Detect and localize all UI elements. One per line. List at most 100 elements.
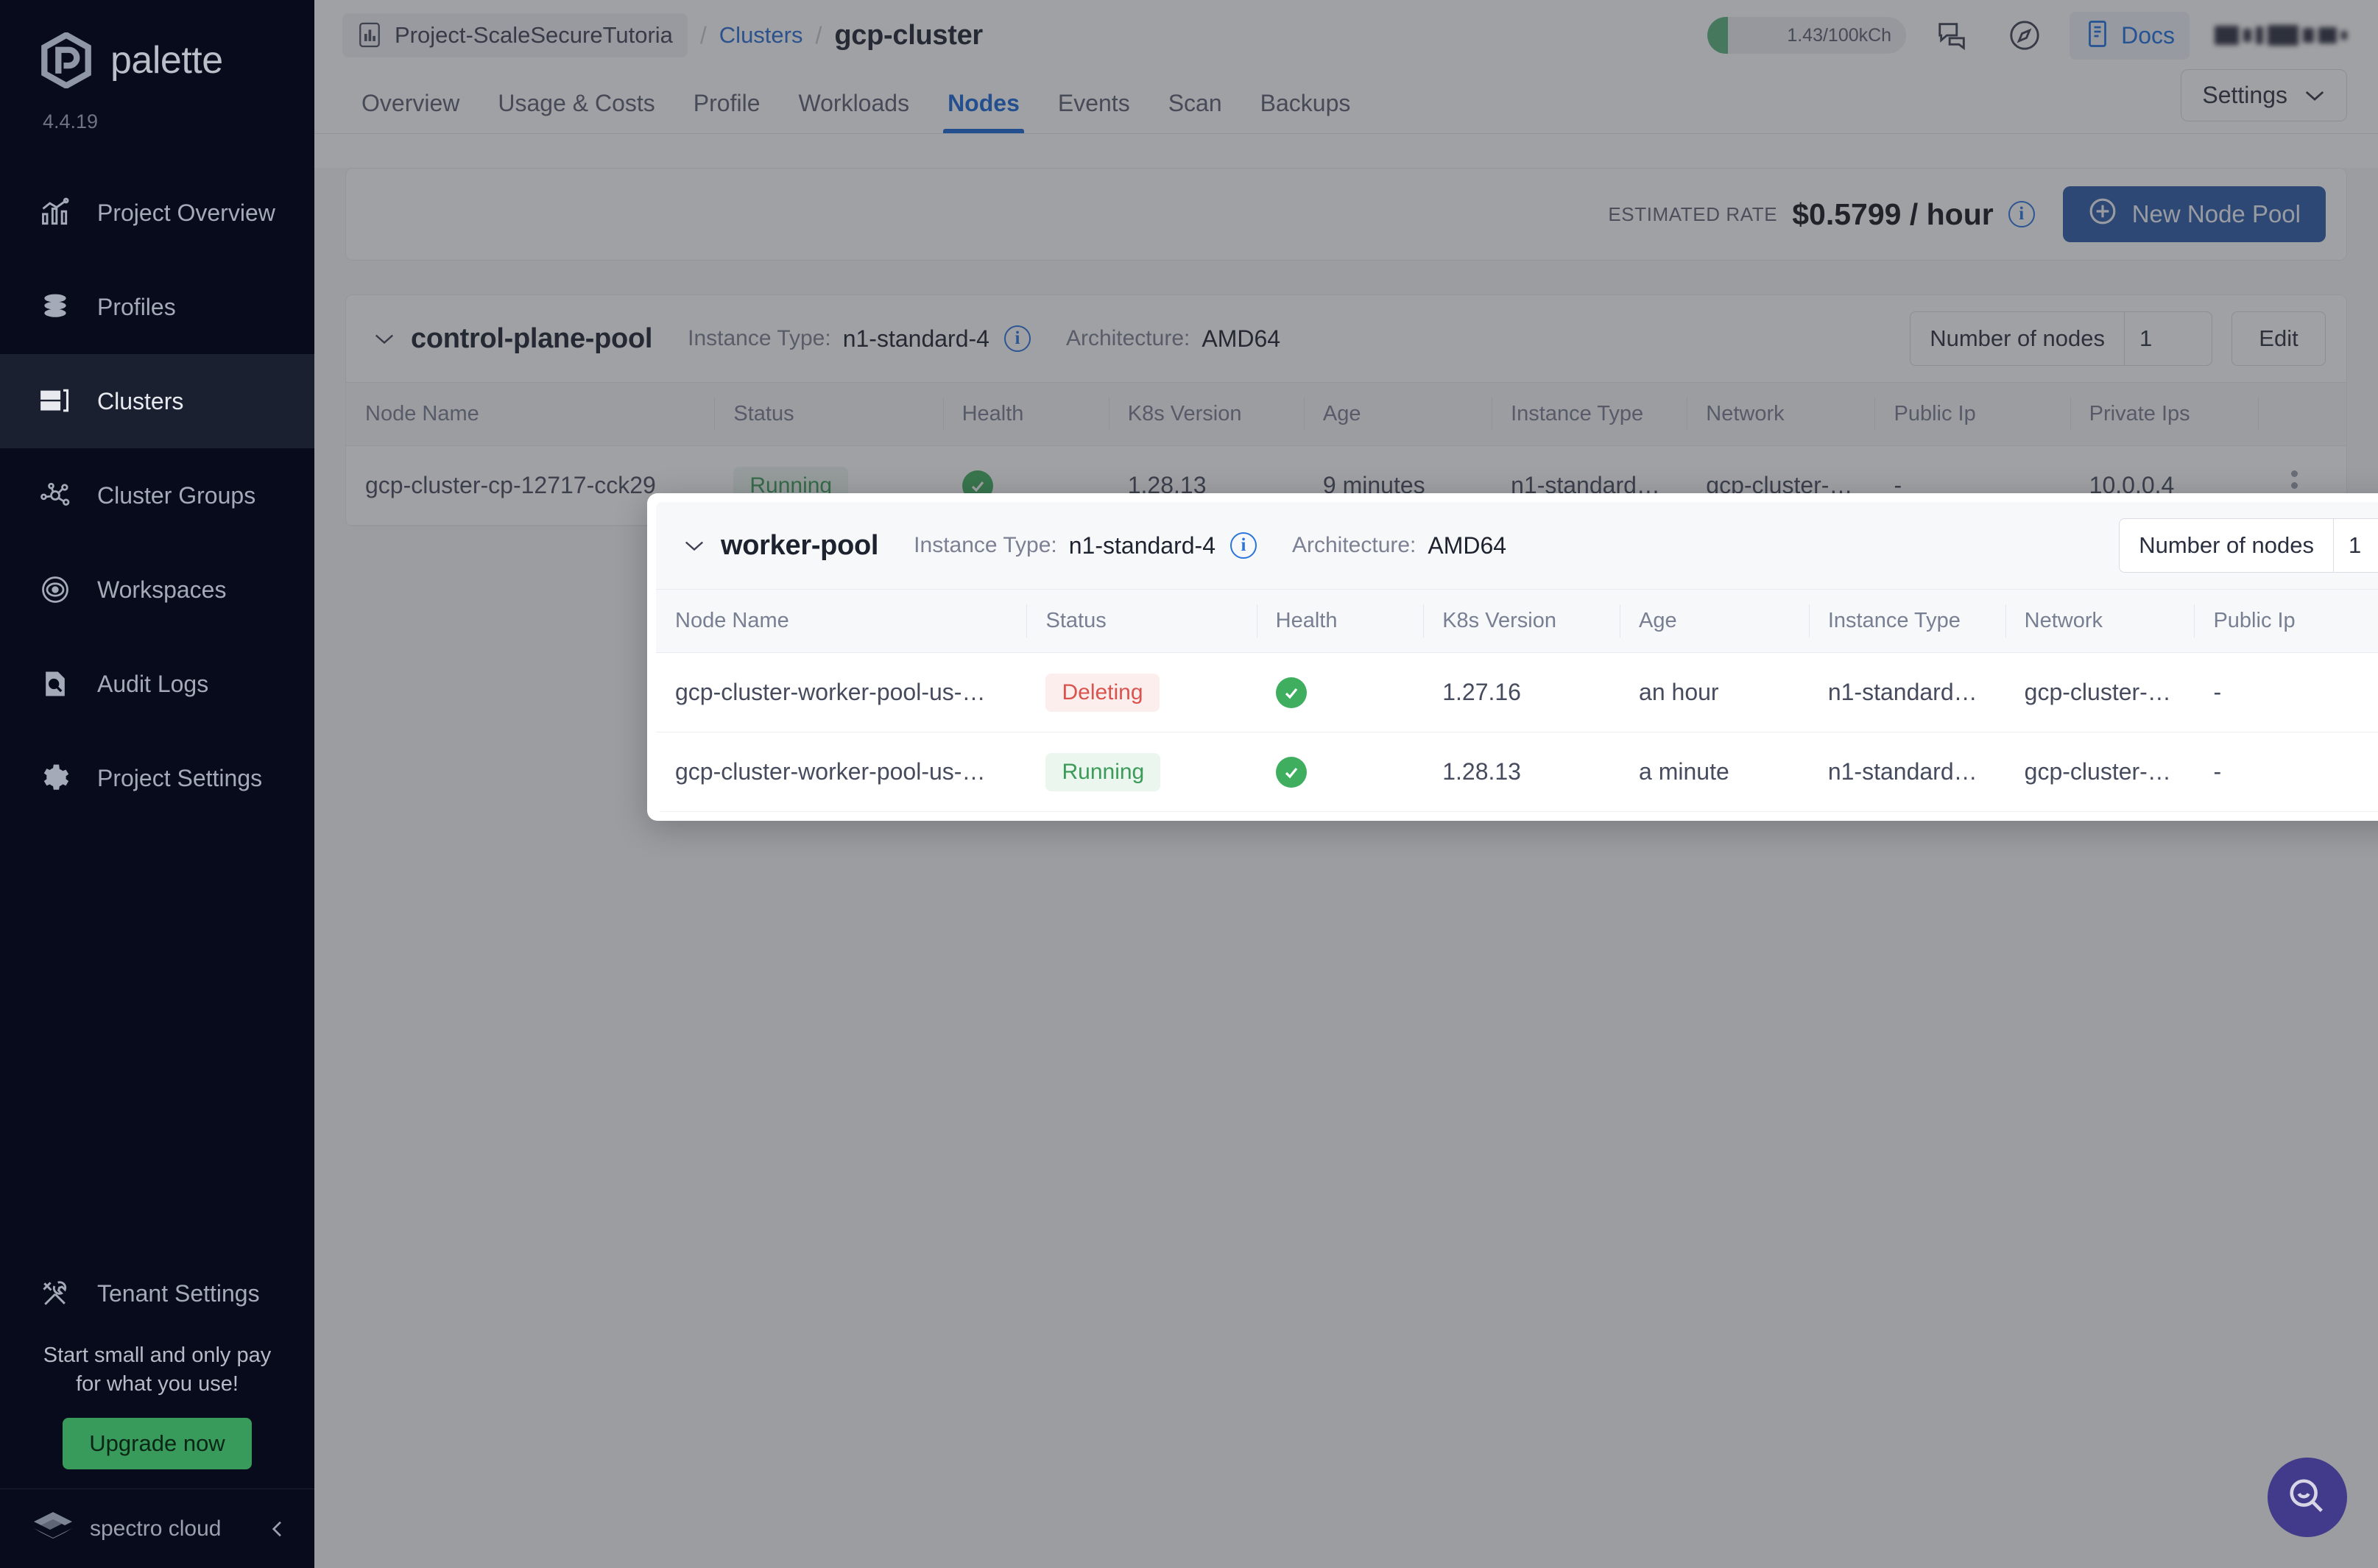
number-of-nodes-label: Number of nodes bbox=[1910, 311, 2124, 366]
sidebar-item-label: Clusters bbox=[97, 387, 184, 414]
sidebar-item-tenant-settings[interactable]: Tenant Settings bbox=[0, 1247, 314, 1341]
cell-public-ip: - bbox=[2194, 732, 2378, 812]
edit-pool-button[interactable]: Edit bbox=[2231, 311, 2326, 366]
search-icon bbox=[2286, 1475, 2329, 1520]
col-network: Network bbox=[2005, 589, 2195, 653]
sidebar-item-project-settings[interactable]: Project Settings bbox=[0, 731, 314, 825]
table-header-row: Node Name Status Health K8s Version Age … bbox=[656, 589, 2378, 653]
document-search-icon bbox=[38, 667, 72, 701]
number-of-nodes-input[interactable] bbox=[2124, 311, 2212, 366]
breadcrumb-project[interactable]: Project-ScaleSecureTutoria bbox=[342, 13, 688, 57]
instance-type-label: Instance Type: bbox=[688, 326, 831, 350]
info-icon[interactable]: i bbox=[1003, 325, 1031, 352]
cell-status: Deleting bbox=[1026, 652, 1257, 732]
user-account-menu[interactable] bbox=[2215, 21, 2347, 50]
sidebar-item-profiles[interactable]: Profiles bbox=[0, 260, 314, 354]
tab-overview[interactable]: Overview bbox=[342, 90, 479, 133]
app-version: 4.4.19 bbox=[43, 110, 99, 133]
tab-scan[interactable]: Scan bbox=[1149, 90, 1241, 133]
col-private-ips: Private Ips bbox=[2070, 382, 2258, 446]
sidebar-item-clusters[interactable]: Clusters bbox=[0, 354, 314, 448]
search-assistant-button[interactable] bbox=[2268, 1458, 2347, 1537]
plus-circle-icon bbox=[2088, 197, 2117, 232]
col-public-ip: Public Ip bbox=[2194, 589, 2378, 653]
status-badge: Deleting bbox=[1045, 673, 1160, 712]
col-health: Health bbox=[1256, 589, 1424, 653]
cell-k8s-version: 1.28.13 bbox=[1423, 732, 1620, 812]
sidebar-item-workspaces[interactable]: Workspaces bbox=[0, 543, 314, 637]
breadcrumb-project-label: Project-ScaleSecureTutoria bbox=[395, 22, 673, 48]
sidebar-item-audit-logs[interactable]: Audit Logs bbox=[0, 637, 314, 731]
cell-public-ip: - bbox=[2194, 652, 2378, 732]
table-row[interactable]: gcp-cluster-worker-pool-us-… Running 1.2… bbox=[656, 732, 2378, 812]
breadcrumb-separator: / bbox=[815, 21, 822, 49]
col-instance-type: Instance Type bbox=[1808, 589, 2005, 653]
col-node-name: Node Name bbox=[346, 382, 715, 446]
architecture-label: Architecture: bbox=[1065, 326, 1190, 350]
info-icon[interactable]: i bbox=[1229, 532, 1257, 559]
credit-usage-pill[interactable]: 1.43/100kCh bbox=[1707, 17, 1907, 54]
compass-icon[interactable] bbox=[1999, 10, 2050, 61]
health-check-icon bbox=[1275, 756, 1307, 788]
cell-status: Running bbox=[1026, 732, 1257, 812]
docs-button[interactable]: Docs bbox=[2070, 11, 2190, 60]
estimated-rate-value: $0.5799 / hour bbox=[1792, 197, 1994, 231]
col-status: Status bbox=[1026, 589, 1257, 653]
estimated-rate-label: ESTIMATED RATE bbox=[1608, 202, 1778, 225]
instance-type-label: Instance Type: bbox=[914, 533, 1057, 557]
tab-workloads[interactable]: Workloads bbox=[779, 90, 928, 133]
col-network: Network bbox=[1687, 382, 1875, 446]
chat-bubbles-icon[interactable] bbox=[1927, 10, 1978, 61]
sidebar-item-project-overview[interactable]: Project Overview bbox=[0, 166, 314, 260]
spectro-cloud-logo-icon bbox=[32, 1511, 74, 1547]
pool-header: control-plane-pool Instance Type: n1-sta… bbox=[346, 295, 2346, 382]
tab-backups[interactable]: Backups bbox=[1241, 90, 1370, 133]
chart-bars-icon bbox=[38, 196, 72, 230]
cell-node-name: gcp-cluster-worker-pool-us-… bbox=[656, 732, 1027, 812]
breadcrumb-separator: / bbox=[699, 21, 707, 49]
tab-usage-costs[interactable]: Usage & Costs bbox=[479, 90, 674, 133]
spectro-cloud-label: spectro cloud bbox=[90, 1516, 222, 1541]
breadcrumb-clusters-link[interactable]: Clusters bbox=[719, 22, 803, 49]
cell-k8s-version: 1.27.16 bbox=[1423, 652, 1620, 732]
sidebar-footer: spectro cloud bbox=[0, 1488, 314, 1568]
worker-pool-inner: worker-pool Instance Type: n1-standard-4… bbox=[656, 502, 2378, 812]
estimated-rate-row: ESTIMATED RATE $0.5799 / hour i New Node… bbox=[346, 169, 2346, 260]
health-check-icon bbox=[1275, 677, 1307, 708]
top-bar: Project-ScaleSecureTutoria / Clusters / … bbox=[314, 0, 2378, 71]
number-of-nodes-group: Number of nodes bbox=[2119, 518, 2378, 573]
sidebar-item-label: Audit Logs bbox=[97, 670, 209, 697]
table-row[interactable]: gcp-cluster-worker-pool-us-… Deleting 1.… bbox=[656, 652, 2378, 732]
cell-health bbox=[1256, 732, 1424, 812]
cell-age: an hour bbox=[1620, 652, 1809, 732]
tab-events[interactable]: Events bbox=[1039, 90, 1149, 133]
credit-progress-fill bbox=[1707, 17, 1729, 54]
chevron-down-icon[interactable] bbox=[368, 322, 401, 355]
col-public-ip: Public Ip bbox=[1874, 382, 2070, 446]
info-icon[interactable]: i bbox=[2008, 201, 2035, 227]
sidebar-item-cluster-groups[interactable]: Cluster Groups bbox=[0, 448, 314, 543]
docs-label: Docs bbox=[2121, 21, 2175, 49]
settings-dropdown-button[interactable]: Settings bbox=[2181, 69, 2347, 121]
sidebar-item-label: Profiles bbox=[97, 293, 176, 320]
cell-health bbox=[1256, 652, 1424, 732]
node-pool-card-worker-pool-highlighted: worker-pool Instance Type: n1-standard-4… bbox=[647, 493, 2378, 821]
col-health: Health bbox=[942, 382, 1109, 446]
orbit-icon bbox=[38, 573, 72, 607]
app-root: palette 4.4.19 Project Overview Profiles… bbox=[0, 0, 2378, 1568]
number-of-nodes-input[interactable] bbox=[2333, 518, 2378, 573]
credit-usage-label: 1.43/100kCh bbox=[1787, 24, 1892, 46]
upgrade-now-button[interactable]: Upgrade now bbox=[63, 1418, 252, 1469]
sidebar-item-label: Project Overview bbox=[97, 199, 275, 226]
collapse-sidebar-icon[interactable] bbox=[266, 1517, 289, 1541]
tab-nodes[interactable]: Nodes bbox=[928, 90, 1039, 133]
number-of-nodes-label: Number of nodes bbox=[2119, 518, 2333, 573]
chevron-down-icon[interactable] bbox=[678, 529, 710, 562]
servers-icon bbox=[38, 384, 72, 418]
new-node-pool-button[interactable]: New Node Pool bbox=[2062, 186, 2326, 242]
nodes-content: ESTIMATED RATE $0.5799 / hour i New Node… bbox=[314, 168, 2378, 1568]
breadcrumb-current-cluster: gcp-cluster bbox=[834, 19, 983, 51]
tab-profile[interactable]: Profile bbox=[674, 90, 780, 133]
settings-label: Settings bbox=[2202, 82, 2287, 108]
